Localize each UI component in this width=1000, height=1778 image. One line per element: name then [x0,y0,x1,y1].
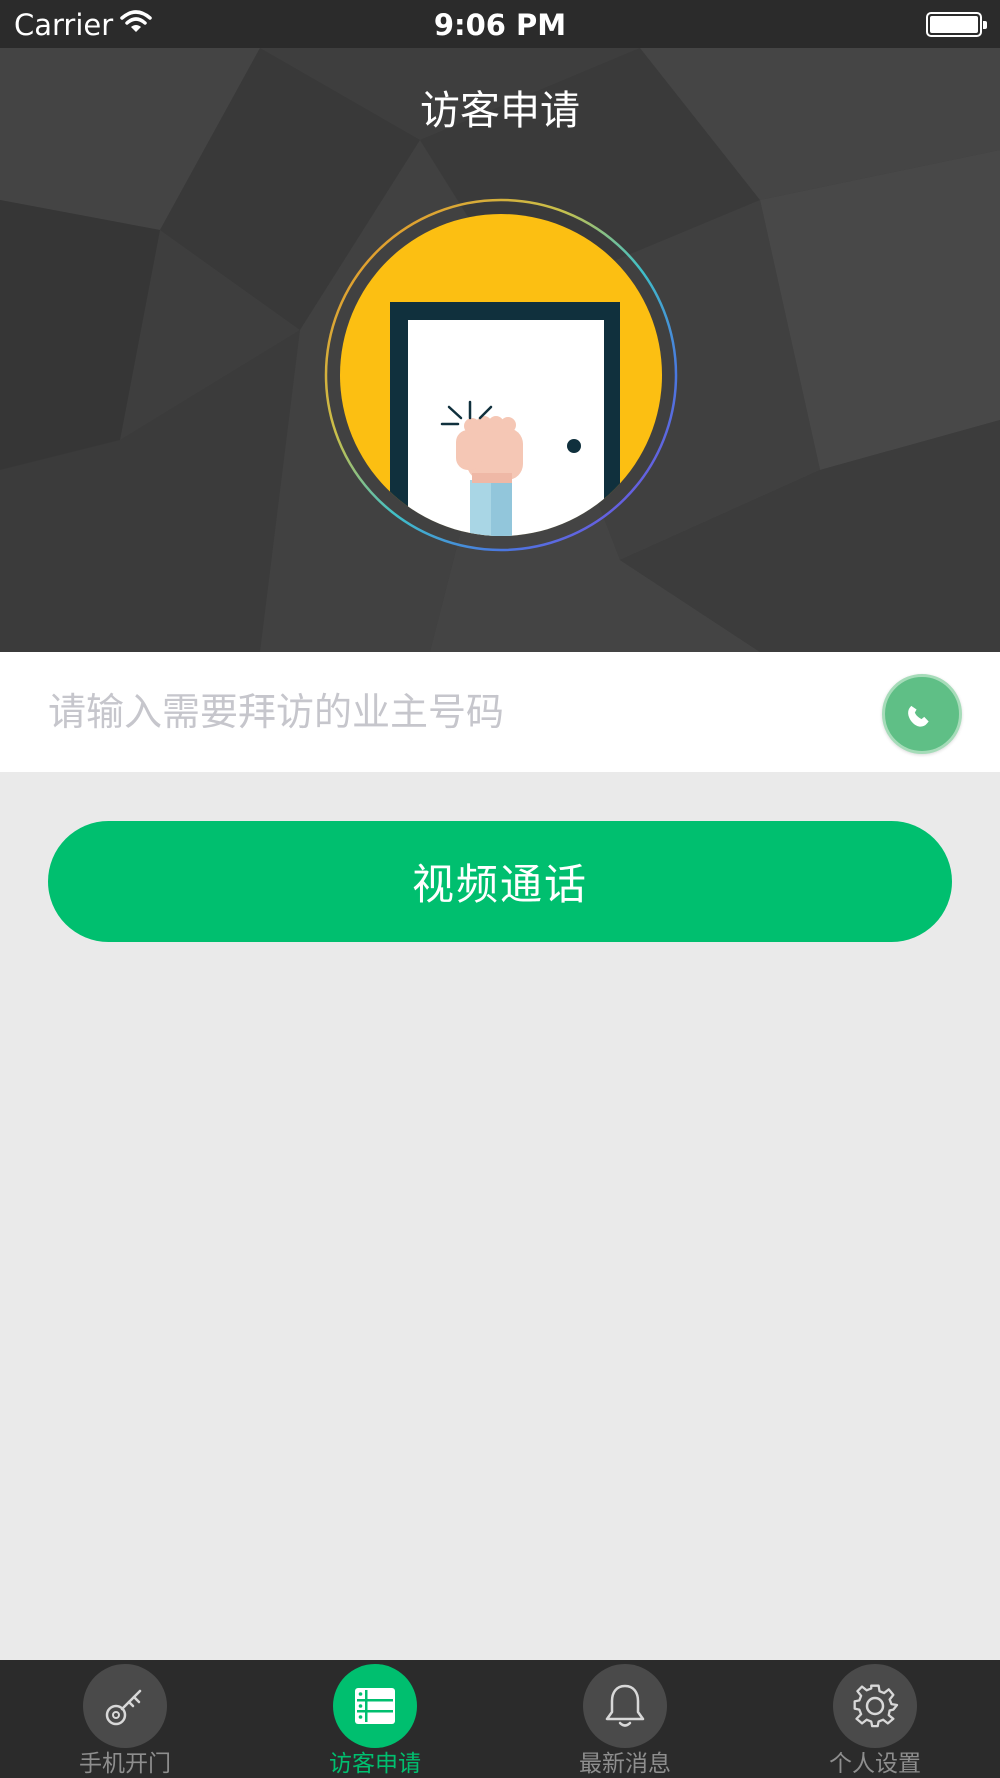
video-call-button[interactable]: 视频通话 [48,821,952,942]
header: Carrier 9:06 PM 访客申请 [0,0,1000,652]
tab-icon-circle [833,1664,917,1748]
bell-icon [605,1684,645,1727]
tab-bar: 手机开门 访客申请 最新消息 个人设置 [0,1660,1000,1778]
phone-icon [908,705,929,727]
battery-icon [926,12,987,37]
tab-icon-circle [333,1664,417,1748]
tab-latest-news[interactable]: 最新消息 [500,1660,750,1778]
list-icon [355,1688,395,1724]
owner-number-row [0,652,1000,772]
tab-phone-unlock[interactable]: 手机开门 [0,1660,250,1778]
tab-label: 最新消息 [579,1751,671,1777]
tab-icon-circle [83,1664,167,1748]
owner-number-input[interactable] [48,674,848,750]
clock: 9:06 PM [433,8,567,42]
phone-call-button[interactable] [882,674,962,754]
tab-icon-circle [583,1664,667,1748]
status-bar: Carrier 9:06 PM [0,0,1000,48]
page-title: 访客申请 [420,88,580,134]
key-icon [105,1689,142,1726]
tab-personal-settings[interactable]: 个人设置 [750,1660,1000,1778]
tab-label: 手机开门 [79,1751,171,1777]
visitor-door-illustration [324,198,678,552]
tab-label: 个人设置 [829,1751,921,1777]
gear-icon [853,1684,899,1728]
tab-visitor-request[interactable]: 访客申请 [250,1660,500,1778]
tab-label: 访客申请 [329,1751,421,1777]
